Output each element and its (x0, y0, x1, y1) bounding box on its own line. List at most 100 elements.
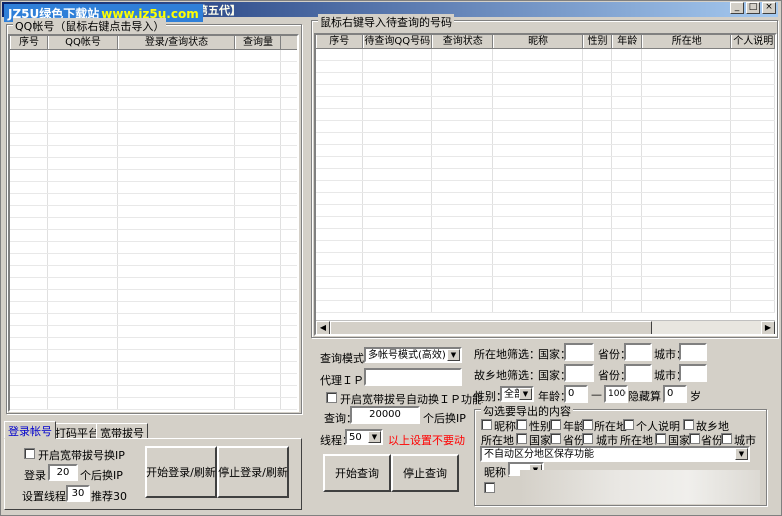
chevron-down-icon[interactable]: ▼ (447, 349, 460, 361)
table-row[interactable] (10, 110, 297, 122)
export-location-checkbox[interactable] (582, 419, 593, 430)
table-row[interactable] (316, 73, 775, 85)
col-login-status[interactable]: 登录/查询状态 (118, 36, 235, 49)
table-row[interactable] (10, 266, 297, 278)
stop-query-button[interactable]: 停止查询 (391, 454, 459, 492)
close-button[interactable]: × (762, 2, 776, 14)
table-row[interactable] (316, 157, 775, 169)
table-row[interactable] (10, 398, 297, 410)
export-note-checkbox[interactable] (623, 419, 634, 430)
auto-ip-checkbox[interactable] (326, 392, 337, 403)
thread-count-input[interactable]: 30 (66, 485, 90, 502)
table-row[interactable] (316, 61, 775, 73)
start-login-button[interactable]: 开始登录/刷新 (145, 446, 217, 498)
scroll-right-icon[interactable]: ▶ (761, 321, 775, 334)
table-row[interactable] (10, 170, 297, 182)
table-row[interactable] (10, 206, 297, 218)
hidden-age-input[interactable]: 0 (663, 385, 687, 403)
table-row[interactable] (316, 85, 775, 97)
col-target-qq[interactable]: 待查询QQ号码 (362, 35, 432, 48)
table-row[interactable] (10, 350, 297, 362)
scroll-thumb[interactable] (330, 321, 652, 334)
table-row[interactable] (10, 338, 297, 350)
export-home-city-checkbox[interactable] (721, 433, 732, 444)
export-home-country-checkbox[interactable] (655, 433, 666, 444)
col-nickname[interactable]: 昵称 (493, 35, 583, 48)
table-row[interactable] (10, 194, 297, 206)
broadband-ip-checkbox[interactable] (24, 448, 35, 459)
export-gender-checkbox[interactable] (516, 419, 527, 430)
table-row[interactable] (316, 97, 775, 109)
chevron-down-icon[interactable]: ▼ (368, 431, 381, 443)
tab-login-account[interactable]: 登录帐号 (4, 421, 56, 439)
table-row[interactable] (10, 374, 297, 386)
location-province-input[interactable] (624, 343, 652, 361)
col-query-status[interactable]: 查询状态 (431, 35, 494, 48)
table-row[interactable] (316, 121, 775, 133)
chevron-down-icon[interactable]: ▼ (519, 388, 532, 400)
col-index[interactable]: 序号 (316, 35, 363, 48)
table-row[interactable] (10, 290, 297, 302)
table-row[interactable] (316, 49, 775, 61)
horizontal-scrollbar[interactable]: ◀ ▶ (316, 320, 775, 334)
tab-broadband-dial[interactable]: 宽带拔号 (96, 423, 148, 440)
table-row[interactable] (316, 181, 775, 193)
start-query-button[interactable]: 开始查询 (323, 454, 391, 492)
location-country-input[interactable] (564, 343, 594, 361)
table-row[interactable] (10, 98, 297, 110)
table-row[interactable] (316, 229, 775, 241)
scroll-left-icon[interactable]: ◀ (316, 321, 330, 334)
stop-login-button[interactable]: 停止登录/刷新 (217, 446, 289, 498)
table-row[interactable] (10, 50, 297, 62)
export-nickname-checkbox[interactable] (481, 419, 492, 430)
query-thread-select[interactable]: 50 ▼ (345, 429, 383, 445)
table-row[interactable] (10, 122, 297, 134)
table-row[interactable] (10, 242, 297, 254)
hometown-province-input[interactable] (624, 364, 652, 382)
table-row[interactable] (10, 314, 297, 326)
query-number-table[interactable]: 序号 待查询QQ号码 查询状态 昵称 性别 年龄 所在地 个人说明 ◀ ▶ (314, 33, 777, 336)
partial-option-checkbox[interactable] (484, 482, 495, 493)
location-city-input[interactable] (679, 343, 707, 361)
table-row[interactable] (10, 74, 297, 86)
table-row[interactable] (316, 145, 775, 157)
table-row[interactable] (316, 289, 775, 301)
table-row[interactable] (316, 217, 775, 229)
table-row[interactable] (316, 301, 775, 313)
table-row[interactable] (316, 109, 775, 121)
table-row[interactable] (316, 265, 775, 277)
export-loc-province-checkbox[interactable] (550, 433, 561, 444)
col-location[interactable]: 所在地 (642, 35, 732, 48)
maximize-button[interactable]: □ (746, 2, 760, 14)
query-mode-select[interactable]: 多帐号模式(高效) ▼ (364, 347, 462, 363)
age-max-input[interactable]: 1000 (604, 385, 628, 403)
table-row[interactable] (10, 134, 297, 146)
hometown-country-input[interactable] (564, 364, 594, 382)
qq-account-table[interactable]: 序号 QQ帐号 登录/查询状态 查询量 (8, 34, 299, 412)
table-row[interactable] (316, 253, 775, 265)
age-min-input[interactable]: 0 (564, 385, 588, 403)
table-row[interactable] (10, 182, 297, 194)
table-row[interactable] (316, 277, 775, 289)
table-row[interactable] (316, 133, 775, 145)
table-row[interactable] (10, 62, 297, 74)
minimize-button[interactable]: _ (730, 2, 744, 14)
export-home-province-checkbox[interactable] (689, 433, 700, 444)
col-age[interactable]: 年龄 (612, 35, 643, 48)
table-row[interactable] (10, 158, 297, 170)
col-gender[interactable]: 性别 (582, 35, 613, 48)
table-row[interactable] (10, 326, 297, 338)
table-row[interactable] (10, 254, 297, 266)
table-row[interactable] (10, 278, 297, 290)
col-qq-account[interactable]: QQ帐号 (48, 36, 118, 49)
table-row[interactable] (316, 169, 775, 181)
save-mode-select[interactable]: 不自动区分地区保存功能 ▼ (480, 446, 750, 462)
query-count-input[interactable]: 20000 (350, 406, 420, 424)
col-personal-note[interactable]: 个人说明 (731, 35, 775, 48)
table-row[interactable] (316, 241, 775, 253)
export-hometown-checkbox[interactable] (683, 419, 694, 430)
export-age-checkbox[interactable] (550, 419, 561, 430)
table-row[interactable] (10, 386, 297, 398)
col-query-count[interactable]: 查询量 (235, 36, 281, 49)
table-row[interactable] (10, 218, 297, 230)
